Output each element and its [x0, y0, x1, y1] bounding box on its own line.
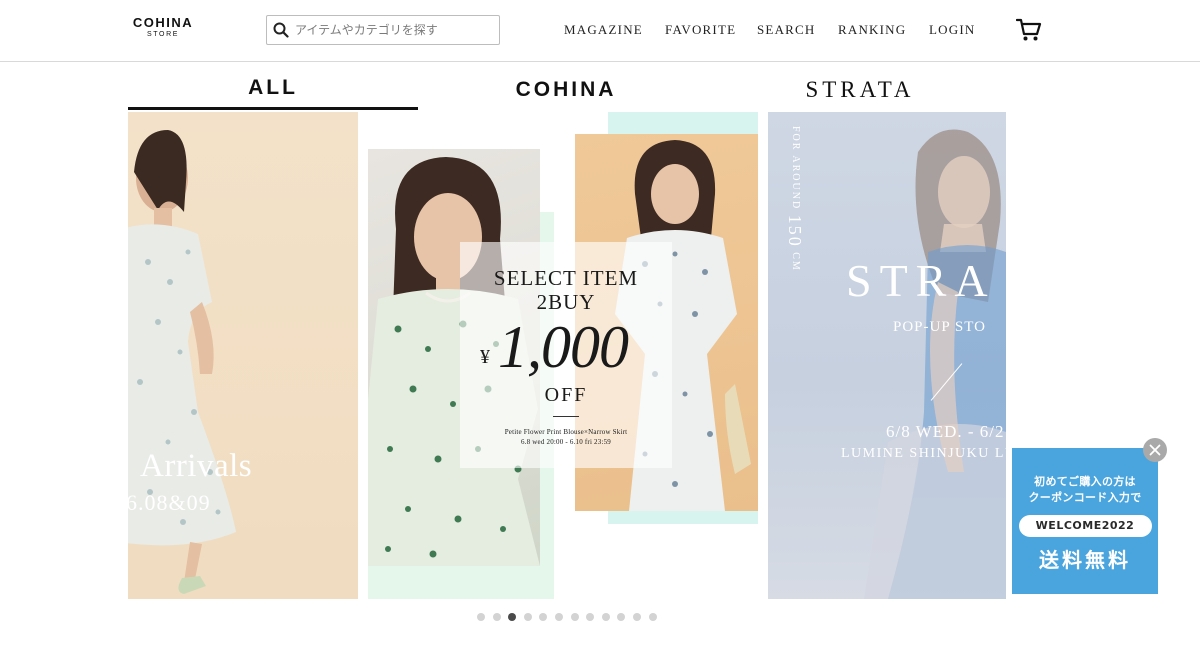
slide-3-brand: STRA — [846, 255, 996, 306]
nav-magazine[interactable]: MAGAZINE — [564, 22, 643, 38]
slide-3-subtitle: POP-UP STO — [893, 319, 986, 335]
tab-all[interactable]: ALL — [128, 70, 418, 110]
slide-3-venue: LUMINE SHINJUKU LU — [841, 446, 1006, 461]
carousel-dot[interactable] — [601, 613, 610, 621]
tab-cohina-label: COHINA — [515, 78, 617, 101]
carousel-slide-strata-popup[interactable]: FOR AROUND 150 CM STRA POP-UP STO 6/8 WE… — [768, 112, 1006, 599]
coupon-line-1: 初めてご購入の方は — [1034, 475, 1136, 488]
vertical-unit: CM — [790, 252, 801, 272]
vertical-prefix: FOR AROUND — [790, 126, 801, 211]
carousel-slide-new-arrivals[interactable]: Arrivals 6.08&09 — [128, 112, 358, 599]
coupon-popup[interactable]: 初めてご購入の方は クーポンコード入力で WELCOME2022 送料無料 — [1012, 448, 1158, 594]
slide-3-dates: 6/8 WED. - 6/2 — [886, 422, 1005, 441]
slide-3-vertical-text: FOR AROUND 150 CM — [784, 126, 805, 272]
carousel-dot[interactable] — [648, 613, 657, 621]
nav-favorite[interactable]: FAVORITE — [665, 22, 736, 38]
sale-items: Petite Flower Print Blouse×Narrow Skirt — [504, 428, 628, 436]
cart-icon[interactable] — [1015, 17, 1042, 43]
tab-all-label: ALL — [248, 76, 298, 99]
tab-cohina[interactable]: COHINA — [421, 70, 711, 110]
carousel-dot[interactable] — [477, 613, 485, 621]
nav-ranking[interactable]: RANKING — [838, 22, 906, 38]
vertical-number: 150 — [785, 214, 805, 248]
site-header: COHINA STORE MAGAZINE FAVORITE SEARCH RA… — [0, 0, 1200, 62]
sale-heading: SELECT ITEM — [493, 266, 639, 290]
sale-subheading: 2BUY — [536, 290, 596, 314]
currency-symbol: ¥ — [480, 346, 490, 368]
sale-price: 1,000 — [498, 314, 629, 380]
slide-1-title: Arrivals — [140, 448, 253, 484]
carousel-dot[interactable] — [539, 613, 548, 621]
search-input[interactable] — [295, 23, 491, 37]
coupon-message: 初めてご購入の方は クーポンコード入力で — [1012, 474, 1158, 506]
sale-period: 6.8 wed 20:00 - 6.10 fri 23:59 — [521, 438, 611, 446]
carousel-dot[interactable] — [617, 613, 626, 621]
model-photo — [128, 130, 236, 594]
carousel-dot[interactable] — [570, 613, 579, 621]
sale-banner-panel: SELECT ITEM 2BUY ¥ 1,000 OFF Petite Flow… — [460, 242, 672, 468]
coupon-line-2: クーポンコード入力で — [1028, 491, 1142, 504]
logo-main-text: COHINA — [132, 15, 194, 30]
coupon-code[interactable]: WELCOME2022 — [1018, 515, 1152, 537]
sale-off-label: OFF — [544, 384, 588, 406]
coupon-benefit: 送料無料 — [1039, 548, 1131, 572]
divider — [553, 416, 579, 417]
carousel-dot[interactable] — [508, 613, 517, 621]
tab-strata[interactable]: STRATA — [715, 70, 1005, 110]
carousel-dot[interactable] — [632, 613, 641, 621]
logo-sub-text: STORE — [147, 31, 179, 38]
nav-login[interactable]: LOGIN — [929, 22, 975, 38]
close-icon[interactable] — [1143, 438, 1167, 462]
site-logo[interactable]: COHINA STORE — [131, 15, 195, 39]
nav-search[interactable]: SEARCH — [757, 22, 816, 38]
carousel-dot[interactable] — [554, 613, 563, 621]
carousel-dot[interactable] — [586, 613, 595, 621]
carousel-pagination — [477, 613, 657, 621]
search-box[interactable] — [266, 15, 500, 45]
search-icon[interactable] — [267, 16, 295, 44]
sale-price-row: ¥ 1,000 — [460, 316, 672, 378]
tab-strata-label: STRATA — [805, 77, 915, 102]
carousel-dot[interactable] — [492, 613, 501, 621]
carousel-slide-select-item-sale[interactable]: SELECT ITEM 2BUY ¥ 1,000 OFF Petite Flow… — [368, 112, 758, 599]
slide-1-date: 6.08&09 — [128, 490, 211, 515]
carousel-dot[interactable] — [523, 613, 532, 621]
